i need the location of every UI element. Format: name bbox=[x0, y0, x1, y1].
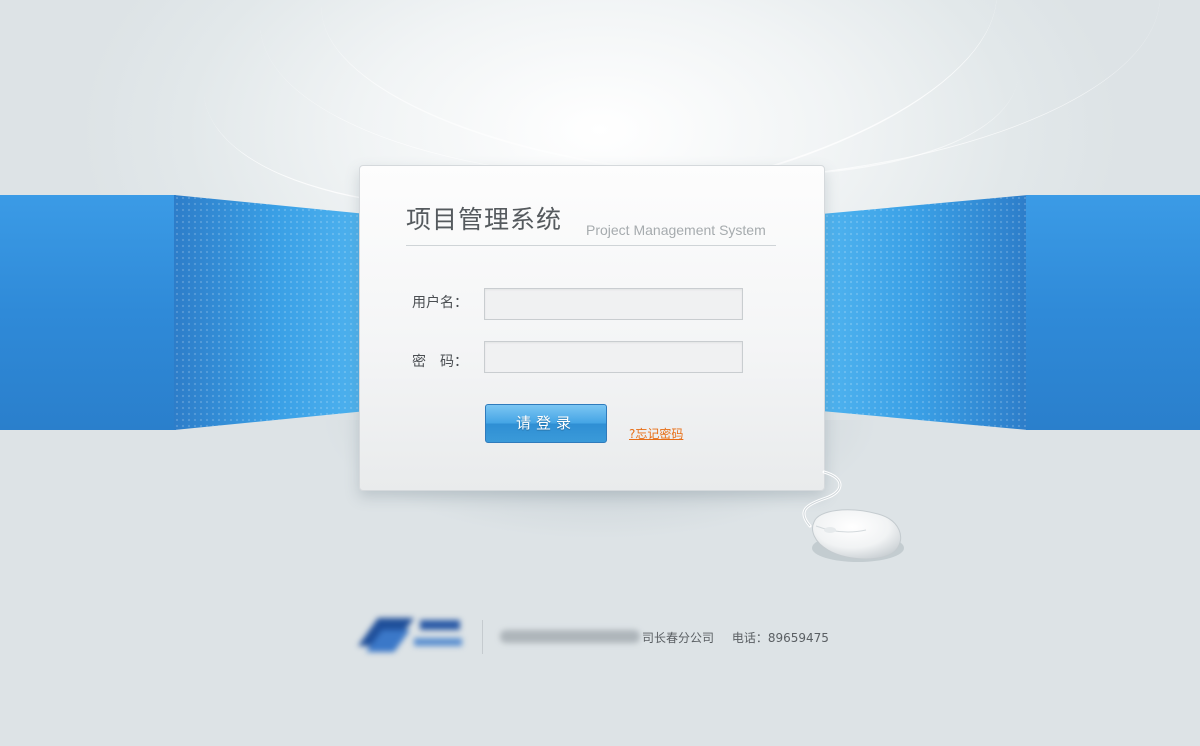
blue-band-left-inner bbox=[174, 195, 364, 430]
login-button[interactable]: 请登录 bbox=[485, 404, 607, 443]
password-input[interactable] bbox=[484, 341, 743, 373]
footer-company-prefix-blurred bbox=[500, 630, 640, 643]
footer-company: 司长春分公司 bbox=[642, 631, 715, 645]
footer-info: 司长春分公司 电话：89659475 bbox=[642, 629, 829, 646]
username-label: 用户名： bbox=[412, 295, 468, 311]
blue-band-right-inner bbox=[824, 195, 1028, 430]
title-divider bbox=[406, 245, 776, 246]
blue-band-left-outer bbox=[0, 195, 176, 430]
password-label: 密 码： bbox=[412, 354, 468, 370]
forgot-password-link[interactable]: ?忘记密码 bbox=[629, 425, 683, 442]
login-card: 项目管理系统 Project Management System 用户名： 密 … bbox=[359, 165, 825, 491]
app-title: 项目管理系统 bbox=[406, 205, 563, 234]
username-input[interactable] bbox=[484, 288, 743, 320]
footer-divider bbox=[482, 620, 483, 654]
footer-phone: 电话：89659475 bbox=[731, 631, 829, 645]
app-subtitle: Project Management System bbox=[586, 222, 766, 238]
company-logo bbox=[358, 618, 462, 652]
computer-mouse-icon bbox=[812, 509, 904, 562]
blue-band-right-outer bbox=[1026, 195, 1200, 430]
